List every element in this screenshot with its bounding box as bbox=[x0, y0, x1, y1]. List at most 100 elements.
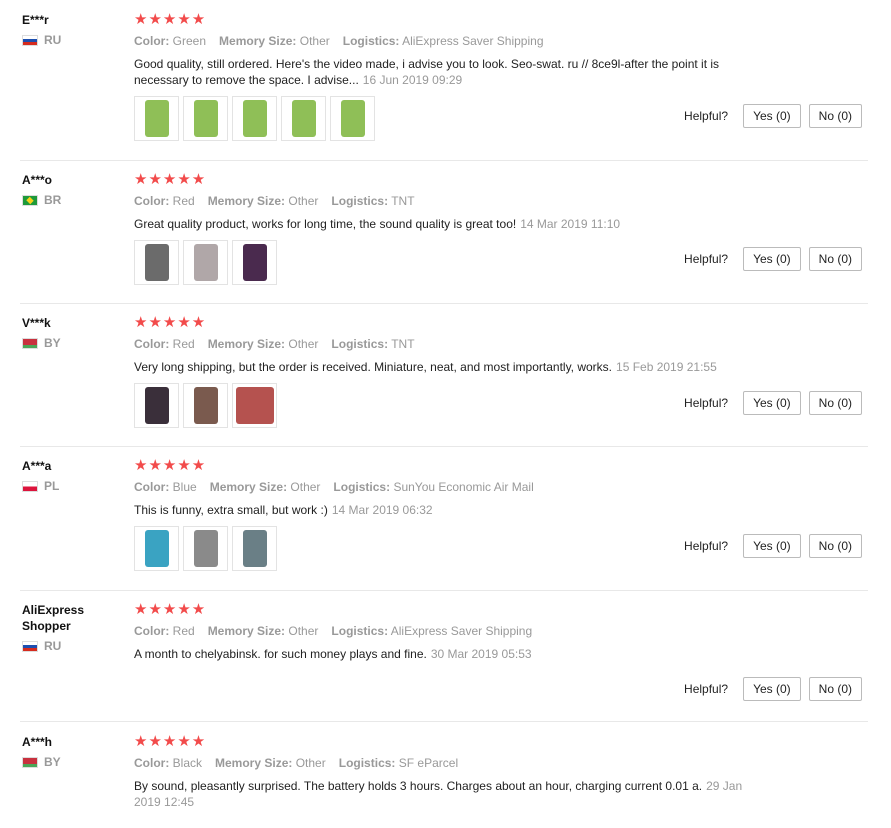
helpful-yes-button[interactable]: Yes (0) bbox=[743, 677, 801, 701]
review-photo[interactable] bbox=[134, 240, 179, 285]
helpful-controls: Helpful? Yes (0) No (0) bbox=[684, 391, 862, 415]
review-date: 14 Mar 2019 11:10 bbox=[520, 217, 621, 231]
reviewer-name: AliExpress Shopper bbox=[22, 603, 85, 633]
reviewer-country: RU bbox=[22, 639, 122, 653]
attr-memory: Other bbox=[295, 756, 326, 770]
review-photo[interactable] bbox=[281, 96, 326, 141]
attr-memory: Other bbox=[299, 34, 330, 48]
country-code: BY bbox=[44, 336, 61, 350]
attr-logistics: AliExpress Saver Shipping bbox=[402, 34, 544, 48]
attr-logistics: SF eParcel bbox=[398, 756, 459, 770]
reviewer-info: AliExpress Shopper RU bbox=[22, 602, 122, 653]
review-photo[interactable] bbox=[232, 383, 277, 428]
review-text: This is funny, extra small, but work :) 1… bbox=[134, 503, 433, 517]
review-item: A***h BY ★★★★★ Color: Black Memory Size: … bbox=[20, 734, 868, 828]
country-code: BY bbox=[44, 755, 61, 769]
helpful-yes-button[interactable]: Yes (0) bbox=[743, 534, 801, 558]
reviewer-name: E***r bbox=[22, 13, 49, 27]
review-date: 30 Mar 2019 05:53 bbox=[430, 647, 532, 661]
helpful-controls: Helpful? Yes (0) No (0) bbox=[684, 247, 862, 271]
helpful-label: Helpful? bbox=[684, 109, 729, 123]
reviewer-country: BY bbox=[22, 755, 122, 769]
review-item: AliExpress Shopper RU ★★★★★ Color: Red Me… bbox=[20, 602, 868, 722]
review-attributes: Color: Red Memory Size: Other Logistics: T… bbox=[134, 194, 415, 208]
attr-logistics: SunYou Economic Air Mail bbox=[393, 480, 534, 494]
reviewer-name: V***k bbox=[22, 316, 51, 330]
helpful-label: Helpful? bbox=[684, 396, 729, 410]
attr-memory: Other bbox=[288, 624, 319, 638]
star-rating: ★★★★★ bbox=[134, 11, 207, 28]
review-photo[interactable] bbox=[232, 96, 277, 141]
review-photo[interactable] bbox=[232, 240, 277, 285]
star-rating: ★★★★★ bbox=[134, 314, 207, 331]
review-attributes: Color: Blue Memory Size: Other Logistics: … bbox=[134, 480, 534, 494]
review-text: Very long shipping, but the order is rec… bbox=[134, 360, 717, 374]
star-rating: ★★★★★ bbox=[134, 733, 207, 750]
review-text: Good quality, still ordered. Here's the … bbox=[134, 57, 720, 87]
review-photo[interactable] bbox=[183, 96, 228, 141]
attr-logistics: AliExpress Saver Shipping bbox=[390, 624, 533, 638]
review-photo[interactable] bbox=[183, 383, 228, 428]
star-rating: ★★★★★ bbox=[134, 171, 207, 188]
review-text: Great quality product, works for long ti… bbox=[134, 217, 621, 231]
review-body: ★★★★★ Color: Blue Memory Size: Other Logis… bbox=[134, 458, 774, 571]
review-item: V***k BY ★★★★★ Color: Red Memory Size: Ot… bbox=[20, 315, 868, 447]
attr-color: Black bbox=[172, 756, 203, 770]
attr-logistics: TNT bbox=[391, 194, 415, 208]
reviewer-country: BR bbox=[22, 193, 122, 207]
review-photo[interactable] bbox=[134, 96, 179, 141]
review-photo[interactable] bbox=[183, 526, 228, 571]
review-attributes: Color: Red Memory Size: Other Logistics: T… bbox=[134, 337, 415, 351]
review-date: 16 Jun 2019 09:29 bbox=[362, 73, 463, 87]
review-photos bbox=[134, 96, 774, 141]
helpful-controls: Helpful? Yes (0) No (0) bbox=[684, 534, 862, 558]
review-attributes: Color: Red Memory Size: Other Logistics: A… bbox=[134, 624, 533, 638]
attr-memory: Other bbox=[288, 194, 319, 208]
helpful-yes-button[interactable]: Yes (0) bbox=[743, 104, 801, 128]
review-date: 15 Feb 2019 21:55 bbox=[616, 360, 717, 374]
helpful-no-button[interactable]: No (0) bbox=[808, 677, 862, 701]
reviewer-info: A***a PL bbox=[22, 458, 122, 493]
reviewer-info: A***h BY bbox=[22, 734, 122, 769]
review-attributes: Color: Black Memory Size: Other Logistics:… bbox=[134, 756, 459, 770]
review-body: ★★★★★ Color: Red Memory Size: Other Logist… bbox=[134, 315, 774, 428]
flag-icon bbox=[22, 34, 38, 46]
country-code: RU bbox=[44, 33, 62, 47]
helpful-no-button[interactable]: No (0) bbox=[808, 534, 862, 558]
helpful-yes-button[interactable]: Yes (0) bbox=[743, 391, 801, 415]
reviewer-country: PL bbox=[22, 479, 122, 493]
review-attributes: Color: Green Memory Size: Other Logistics:… bbox=[134, 34, 544, 48]
review-photo[interactable] bbox=[330, 96, 375, 141]
helpful-no-button[interactable]: No (0) bbox=[808, 391, 862, 415]
review-item: A***o BR ★★★★★ Color: Red Memory Size: Ot… bbox=[20, 172, 868, 304]
review-photos bbox=[134, 240, 774, 285]
review-photos bbox=[134, 526, 774, 571]
flag-icon bbox=[22, 640, 38, 652]
helpful-no-button[interactable]: No (0) bbox=[808, 247, 862, 271]
review-date: 14 Mar 2019 06:32 bbox=[331, 503, 433, 517]
flag-icon bbox=[22, 756, 38, 768]
helpful-no-button[interactable]: No (0) bbox=[808, 104, 862, 128]
reviewer-info: E***r RU bbox=[22, 12, 122, 47]
attr-memory: Other bbox=[288, 337, 319, 351]
attr-memory: Other bbox=[290, 480, 321, 494]
review-photo[interactable] bbox=[134, 526, 179, 571]
reviewer-country: BY bbox=[22, 336, 122, 350]
review-photo[interactable] bbox=[232, 526, 277, 571]
review-body: ★★★★★ Color: Black Memory Size: Other Logi… bbox=[134, 734, 774, 810]
review-item: E***r RU ★★★★★ Color: Green Memory Size: … bbox=[20, 12, 868, 161]
attr-color: Blue bbox=[172, 480, 197, 494]
reviewer-name: A***h bbox=[22, 735, 53, 749]
attr-color: Red bbox=[172, 337, 195, 351]
review-text: A month to chelyabinsk. for such money p… bbox=[134, 647, 532, 661]
review-list: E***r RU ★★★★★ Color: Green Memory Size: … bbox=[0, 0, 891, 828]
attr-color: Red bbox=[172, 624, 195, 638]
helpful-yes-button[interactable]: Yes (0) bbox=[743, 247, 801, 271]
reviewer-country: RU bbox=[22, 33, 122, 47]
flag-icon bbox=[22, 194, 38, 206]
country-code: RU bbox=[44, 639, 62, 653]
review-photo[interactable] bbox=[183, 240, 228, 285]
flag-icon bbox=[22, 480, 38, 492]
reviewer-name: A***a bbox=[22, 459, 52, 473]
review-photo[interactable] bbox=[134, 383, 179, 428]
